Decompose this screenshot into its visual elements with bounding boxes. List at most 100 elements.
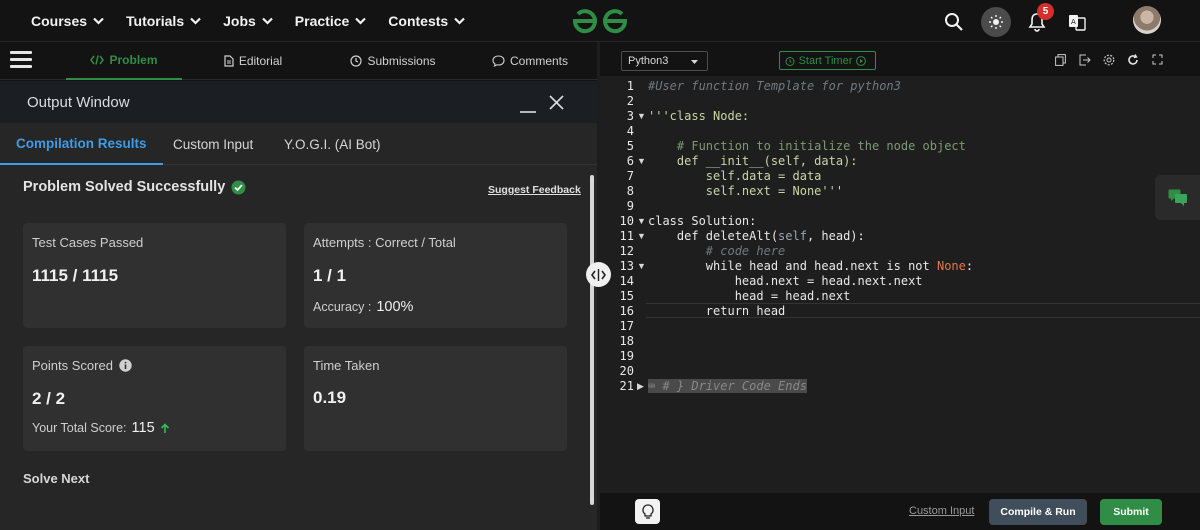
notification-badge: 5 bbox=[1037, 3, 1054, 20]
check-circle-icon bbox=[231, 180, 246, 194]
code-line: ⌨ # } Driver Code Ends bbox=[648, 379, 807, 394]
start-timer-label: Start Timer bbox=[798, 54, 853, 67]
code-line: # code here bbox=[648, 244, 786, 258]
status-text: Problem Solved Successfully bbox=[23, 179, 226, 195]
language-select[interactable]: Python3 bbox=[621, 51, 708, 71]
nav-courses[interactable]: Courses bbox=[31, 13, 104, 29]
tab-comments[interactable]: Comments bbox=[486, 42, 574, 80]
code-line: '''class Node: bbox=[648, 109, 750, 123]
fold-arrow-icon[interactable]: ▼ bbox=[637, 229, 646, 244]
nav-practice-label: Practice bbox=[294, 13, 350, 29]
line-gutter: 1 2 3 4 5 6 7 8 9 10 11 12 13 14 15 16 1… bbox=[600, 76, 646, 493]
nav-contests-label: Contests bbox=[388, 13, 449, 29]
code-line: class Solution: bbox=[648, 214, 757, 228]
line-number: 4 bbox=[626, 124, 634, 138]
code-token: while head and head.next is not bbox=[648, 259, 937, 273]
editor-footer: Custom Input Compile & Run Submit bbox=[600, 493, 1200, 530]
test-cases-card: Test Cases Passed 1115 / 1115 bbox=[23, 223, 286, 328]
nav-jobs-label: Jobs bbox=[223, 13, 256, 29]
tab-comments-label: Comments bbox=[509, 54, 568, 68]
resize-handle-icon[interactable] bbox=[586, 262, 611, 287]
nav-courses-label: Courses bbox=[31, 13, 88, 29]
menu-icon[interactable] bbox=[10, 51, 32, 69]
theme-toggle-icon[interactable] bbox=[981, 7, 1011, 37]
minimize-icon[interactable] bbox=[519, 97, 537, 113]
nav-contests[interactable]: Contests bbox=[388, 13, 465, 29]
status-message: Problem Solved Successfully bbox=[23, 179, 246, 195]
test-cases-label: Test Cases Passed bbox=[32, 235, 144, 250]
line-number: 17 bbox=[619, 319, 634, 333]
nav-practice[interactable]: Practice bbox=[294, 13, 367, 29]
nav-tutorials-label: Tutorials bbox=[126, 13, 185, 29]
problem-tabs-bar: Problem Editorial Submissions Comments bbox=[0, 42, 597, 80]
comment-icon bbox=[492, 55, 505, 67]
close-icon[interactable] bbox=[549, 95, 564, 110]
geeksforgeeks-logo[interactable] bbox=[570, 6, 630, 41]
bell-icon[interactable]: 5 bbox=[1022, 3, 1054, 37]
code-token: ⌨ bbox=[648, 379, 663, 393]
code-line: def deleteAlt(self, head): bbox=[648, 229, 865, 244]
tab-editorial[interactable]: Editorial bbox=[210, 42, 296, 80]
code-token: __init__(self, data): bbox=[705, 154, 858, 168]
submit-button[interactable]: Submit bbox=[1100, 499, 1162, 525]
reset-icon[interactable] bbox=[1127, 54, 1139, 66]
fold-arrow-icon[interactable]: ▼ bbox=[637, 154, 646, 169]
chat-icon[interactable] bbox=[1155, 175, 1200, 220]
tab-problem[interactable]: Problem bbox=[66, 42, 182, 80]
code-icon bbox=[90, 55, 105, 65]
avatar[interactable] bbox=[1133, 6, 1161, 34]
code-token: # } Driver Code Ends bbox=[662, 379, 807, 393]
points-label-row: Points Scored bbox=[32, 358, 132, 373]
custom-input-link[interactable]: Custom Input bbox=[909, 505, 974, 517]
tab-compilation-results[interactable]: Compilation Results bbox=[0, 123, 163, 165]
language-value: Python3 bbox=[628, 55, 669, 67]
nav-tutorials[interactable]: Tutorials bbox=[126, 13, 201, 29]
nav-jobs[interactable]: Jobs bbox=[223, 13, 273, 29]
code-line: def __init__(self, data): bbox=[648, 154, 858, 169]
code-area[interactable]: #User function Template for python3 '''c… bbox=[648, 76, 1200, 493]
attempts-label: Attempts : Correct / Total bbox=[313, 235, 456, 250]
code-token: : bbox=[965, 259, 974, 273]
timer-icon bbox=[785, 56, 795, 66]
play-icon bbox=[856, 55, 867, 66]
chevron-down-icon bbox=[355, 17, 367, 25]
tab-custom-input[interactable]: Custom Input bbox=[173, 123, 253, 165]
settings-icon[interactable] bbox=[1103, 54, 1115, 66]
fold-arrow-icon[interactable]: ▼ bbox=[637, 109, 646, 124]
tab-submissions[interactable]: Submissions bbox=[342, 42, 444, 80]
code-editor[interactable]: 1 2 3 4 5 6 7 8 9 10 11 12 13 14 15 16 1… bbox=[600, 76, 1200, 493]
clock-icon bbox=[350, 55, 363, 67]
top-navbar: Courses Tutorials Jobs Practice Contests… bbox=[0, 0, 1200, 42]
line-number: 10 bbox=[619, 214, 634, 228]
time-label: Time Taken bbox=[313, 358, 380, 373]
compile-run-button[interactable]: Compile & Run bbox=[989, 499, 1087, 525]
tab-problem-label: Problem bbox=[109, 53, 158, 67]
start-timer-button[interactable]: Start Timer bbox=[779, 51, 876, 70]
info-icon[interactable] bbox=[119, 359, 132, 372]
editor-toolbar: Python3 Start Timer bbox=[600, 42, 1200, 76]
points-value: 2 / 2 bbox=[32, 389, 66, 408]
fold-arrow-icon[interactable]: ▶ bbox=[637, 379, 645, 394]
arrow-up-icon bbox=[160, 422, 169, 433]
time-card: Time Taken 0.19 bbox=[304, 346, 567, 451]
line-number: 9 bbox=[626, 199, 634, 213]
tab-yogi-ai-bot[interactable]: Y.O.G.I. (AI Bot) bbox=[284, 123, 381, 165]
output-scrollbar[interactable] bbox=[590, 175, 594, 505]
chevron-down-icon bbox=[93, 17, 104, 25]
line-number: 15 bbox=[619, 289, 634, 303]
lightbulb-icon[interactable] bbox=[635, 499, 660, 524]
search-icon[interactable] bbox=[939, 7, 969, 37]
fold-arrow-icon[interactable]: ▼ bbox=[637, 259, 646, 274]
copy-icon[interactable] bbox=[1055, 54, 1066, 66]
line-number: 21 bbox=[619, 379, 634, 393]
suggest-feedback-link[interactable]: Suggest Feedback bbox=[488, 184, 581, 196]
points-card: Points Scored 2 / 2 Your Total Score: 11… bbox=[23, 346, 286, 451]
fold-arrow-icon[interactable]: ▼ bbox=[637, 214, 646, 229]
code-line: head.next = head.next.next bbox=[648, 274, 923, 288]
fullscreen-icon[interactable] bbox=[1152, 54, 1163, 65]
line-number: 3 bbox=[626, 109, 634, 123]
code-token: def bbox=[648, 154, 706, 168]
translate-icon[interactable]: A bbox=[1062, 7, 1092, 37]
code-line: #User function Template for python3 bbox=[648, 79, 901, 93]
export-icon[interactable] bbox=[1079, 54, 1091, 66]
